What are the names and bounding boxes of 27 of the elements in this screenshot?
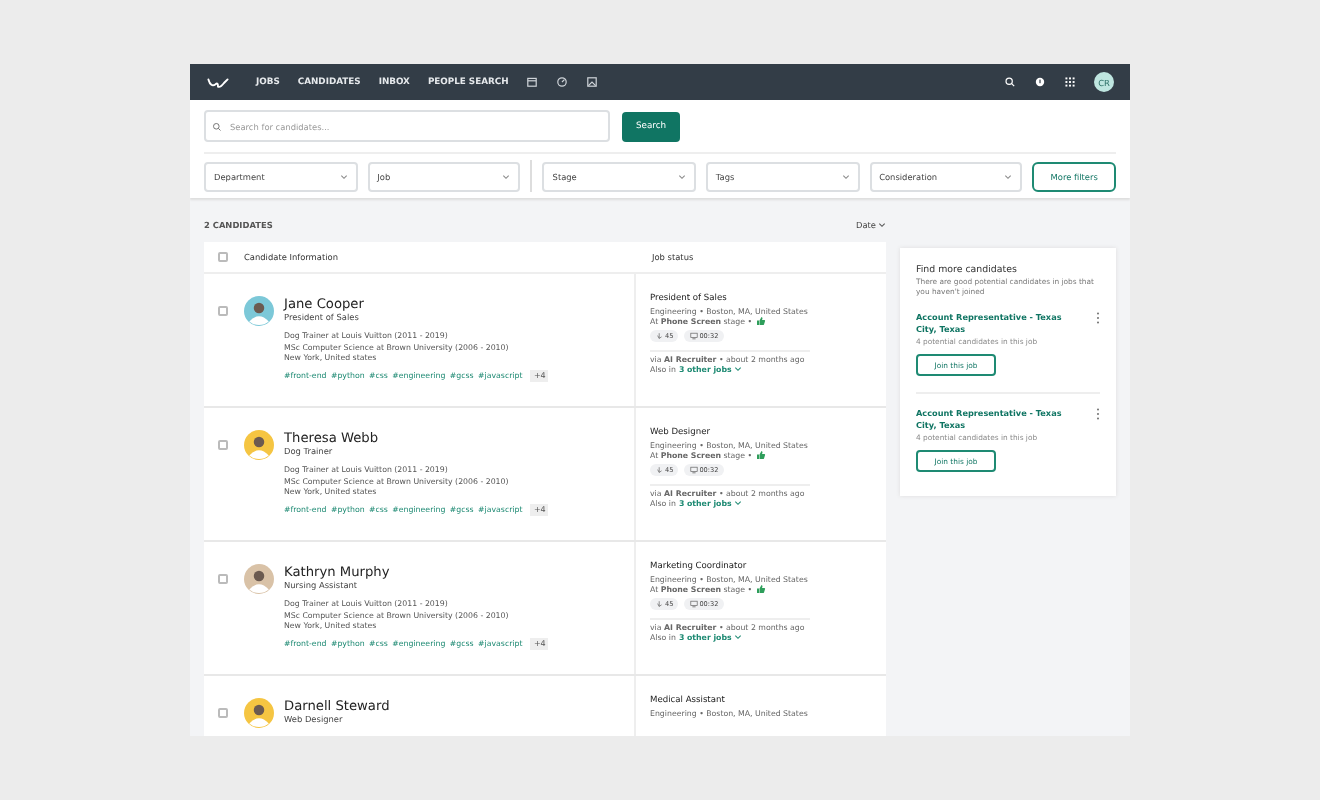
row-checkbox[interactable]	[218, 708, 228, 718]
screen-icon	[689, 599, 698, 607]
row-checkbox[interactable]	[218, 306, 228, 316]
thumbs-up-icon	[755, 316, 766, 327]
screen-icon	[689, 331, 698, 339]
row-checkbox[interactable]	[218, 440, 228, 450]
thumbs-up-icon	[755, 584, 766, 595]
chevron-down-icon	[733, 366, 742, 373]
apps-grid-icon[interactable]	[1064, 76, 1076, 88]
chevron-down-icon	[339, 173, 348, 179]
screen-icon	[689, 465, 698, 473]
thumbs-up-icon	[755, 450, 766, 461]
chevron-down-icon	[841, 173, 850, 179]
logo-icon	[206, 75, 230, 89]
select-all-checkbox[interactable]	[218, 252, 228, 262]
chevron-down-icon	[677, 173, 686, 179]
calendar-icon[interactable]	[526, 76, 539, 88]
chevron-down-icon	[1004, 173, 1013, 179]
search-icon	[212, 121, 222, 131]
row-checkbox[interactable]	[218, 574, 228, 584]
image-icon[interactable]	[586, 76, 599, 88]
gauge-icon[interactable]	[556, 76, 569, 88]
chevron-down-icon	[502, 173, 511, 179]
chevron-down-icon	[733, 634, 742, 641]
chevron-down-icon	[733, 500, 742, 507]
chevron-down-icon	[878, 222, 886, 228]
search-icon[interactable]	[1004, 76, 1016, 88]
